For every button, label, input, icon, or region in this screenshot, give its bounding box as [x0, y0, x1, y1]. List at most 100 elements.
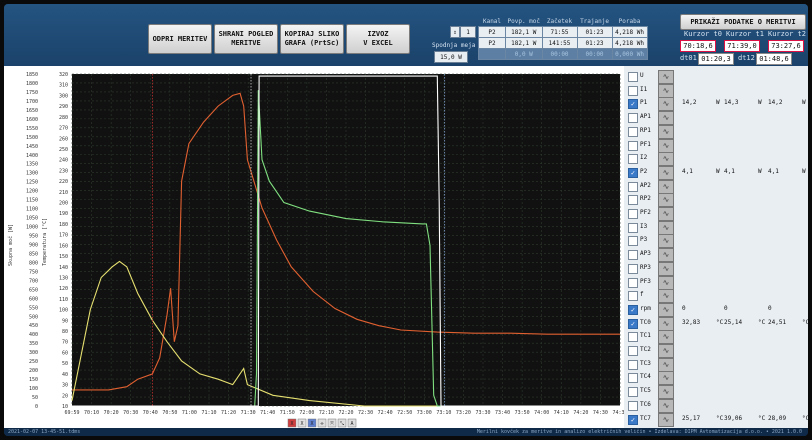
channel-row-f[interactable]: f ∿ — [624, 289, 808, 304]
channel-checkbox[interactable]: ✓ — [628, 318, 638, 329]
channel-color-icon[interactable]: ∿ — [658, 111, 674, 126]
channel-checkbox[interactable] — [628, 387, 638, 398]
channel-row-i2[interactable]: I2 ∿ — [624, 152, 808, 167]
channel-checkbox[interactable]: ✓ — [628, 414, 638, 425]
channel-checkbox[interactable] — [628, 126, 638, 137]
channel-checkbox[interactable] — [628, 400, 638, 411]
save-view-button[interactable]: SHRANI POGLED MERITVE — [214, 24, 278, 54]
channel-checkbox[interactable] — [628, 209, 638, 219]
channel-row-ap3[interactable]: AP3 ∿ — [624, 248, 808, 263]
channel-color-icon[interactable]: ∿ — [658, 70, 674, 84]
channel-row-rp3[interactable]: RP3 ∿ — [624, 261, 808, 276]
channel-color-icon[interactable]: ∿ — [658, 97, 674, 112]
channel-checkbox[interactable]: ✓ — [628, 304, 638, 315]
channel-row-tc3[interactable]: TC3 ∿ — [624, 357, 808, 372]
channel-color-icon[interactable]: ∿ — [658, 220, 674, 235]
channel-color-icon[interactable]: ∿ — [658, 165, 674, 180]
channel-checkbox[interactable] — [628, 140, 638, 151]
channel-row-p1[interactable]: ✓ P1 ∿ 14,2 W 14,3 W 14,2 W — [624, 97, 808, 112]
channel-color-icon[interactable]: ∿ — [658, 330, 674, 345]
cursor-t2-value[interactable]: 73:27,6 — [768, 40, 804, 52]
channel-row-rp2[interactable]: RP2 ∿ — [624, 193, 808, 208]
channel-row-pf1[interactable]: PF1 ∿ — [624, 138, 808, 153]
channel-checkbox[interactable] — [628, 181, 638, 192]
chart-svg[interactable]: 69:59 70:10 70:20 70:30 70:40 70:50 71:00 71:10… — [4, 66, 628, 428]
channel-checkbox[interactable] — [628, 373, 638, 384]
channel-row-u[interactable]: U ∿ — [624, 70, 808, 84]
channel-row-ap2[interactable]: AP2 ∿ — [624, 179, 808, 194]
open-measurement-button[interactable]: ODPRI MERITEV — [148, 24, 212, 54]
channel-checkbox[interactable] — [628, 250, 638, 261]
channel-row-p3[interactable]: P3 ∿ — [624, 234, 808, 249]
cursor-t1-value[interactable]: 71:39,0 — [724, 40, 760, 52]
channel-row-p2[interactable]: ✓ P2 ∿ 4,1 W 4,1 W 4,1 W — [624, 165, 808, 180]
channel-row-tc7[interactable]: ✓ TC7 ∿ 25,17 °C 39,06 °C 28,09 °C — [624, 412, 808, 427]
channel-color-icon[interactable]: ∿ — [658, 412, 674, 427]
channel-checkbox[interactable] — [628, 236, 638, 247]
channel-color-icon[interactable]: ∿ — [658, 398, 674, 413]
channel-row-rp1[interactable]: RP1 ∿ — [624, 124, 808, 139]
channel-row-rpm[interactable]: ✓ rpm ∿ 0 0 0 — [624, 302, 808, 317]
channel-color-icon[interactable]: ∿ — [658, 302, 674, 317]
measurement-row[interactable]: 0,0 W 00:00 00:00 0,000 Wh — [478, 48, 648, 60]
channel-color-icon[interactable]: ∿ — [658, 207, 674, 221]
channel-row-pf3[interactable]: PF3 ∿ — [624, 275, 808, 290]
channel-row-pf2[interactable]: PF2 ∿ — [624, 207, 808, 221]
measurement-cell: P2 — [478, 37, 506, 49]
channel-color-icon[interactable]: ∿ — [658, 83, 674, 98]
channel-color-icon[interactable]: ∿ — [658, 316, 674, 331]
channel-value: 4,1 — [768, 167, 779, 175]
channel-color-icon[interactable]: ∿ — [658, 357, 674, 372]
channel-row-tc1[interactable]: TC1 ∿ — [624, 330, 808, 345]
channel-row-tc6[interactable]: TC6 ∿ — [624, 398, 808, 413]
channel-checkbox[interactable] — [628, 291, 638, 302]
channel-row-ap1[interactable]: AP1 ∿ — [624, 111, 808, 126]
channel-color-icon[interactable]: ∿ — [658, 289, 674, 304]
channel-checkbox[interactable] — [628, 85, 638, 96]
spinner-arrows[interactable]: ⇕ — [450, 26, 460, 38]
channel-checkbox[interactable] — [628, 154, 638, 165]
channel-checkbox[interactable] — [628, 332, 638, 343]
channel-checkbox[interactable] — [628, 346, 638, 356]
channel-color-icon[interactable]: ∿ — [658, 124, 674, 139]
channel-color-icon[interactable]: ∿ — [658, 344, 674, 358]
channel-color-icon[interactable]: ∿ — [658, 371, 674, 386]
channel-color-icon[interactable]: ∿ — [658, 152, 674, 167]
channel-row-tc4[interactable]: TC4 ∿ — [624, 371, 808, 386]
channel-row-tc0[interactable]: ✓ TC0 ∿ 32,83 °C 25,14 °C 24,51 °C — [624, 316, 808, 331]
channel-color-icon[interactable]: ∿ — [658, 193, 674, 208]
channel-checkbox[interactable] — [628, 277, 638, 288]
plot-area[interactable]: 69:59 70:10 70:20 70:30 70:40 70:50 71:00 71:10… — [4, 66, 628, 428]
power-tick-label: 1400 — [26, 153, 38, 159]
channel-checkbox[interactable] — [628, 222, 638, 233]
channel-row-tc5[interactable]: TC5 ∿ — [624, 385, 808, 400]
channel-row-i1[interactable]: I1 ∿ — [624, 83, 808, 98]
channel-color-icon[interactable]: ∿ — [658, 248, 674, 263]
channel-checkbox[interactable] — [628, 263, 638, 274]
channel-color-icon[interactable]: ∿ — [658, 234, 674, 249]
channel-name: f — [640, 291, 644, 299]
channel-checkbox[interactable]: ✓ — [628, 167, 638, 178]
channel-color-icon[interactable]: ∿ — [658, 138, 674, 153]
channel-row-tc2[interactable]: TC2 ∿ — [624, 344, 808, 358]
channel-checkbox[interactable] — [628, 359, 638, 370]
channel-row-i3[interactable]: I3 ∿ — [624, 220, 808, 235]
export-excel-button[interactable]: IZVOZ V EXCEL — [346, 24, 410, 54]
measurement-cell: 00:00 — [541, 48, 578, 60]
channel-checkbox[interactable] — [628, 113, 638, 124]
copy-graph-button[interactable]: KOPIRAJ SLIKO GRAFA (PrtSc) — [280, 24, 344, 54]
temp-tick-label: 110 — [59, 297, 68, 303]
channel-checkbox[interactable]: ✓ — [628, 99, 638, 110]
channel-color-icon[interactable]: ∿ — [658, 179, 674, 194]
spinner-field[interactable]: 1 — [460, 26, 476, 38]
channel-color-icon[interactable]: ∿ — [658, 261, 674, 276]
channel-checkbox[interactable] — [628, 195, 638, 206]
channel-color-icon[interactable]: ∿ — [658, 385, 674, 400]
measurement-row[interactable]: P2 182,1 W 141:55 01:23 4,218 Wh — [478, 37, 648, 49]
show-report-button[interactable]: PRIKAŽI PODATKE O MERITVI — [680, 14, 806, 30]
cursor-t0-value[interactable]: 70:18,6 — [680, 40, 716, 52]
spodnja-meja-field[interactable]: 15,0 W — [434, 51, 468, 63]
measurement-row[interactable]: P2 182,1 W 71:55 01:23 4,218 Wh — [478, 26, 648, 38]
channel-color-icon[interactable]: ∿ — [658, 275, 674, 290]
channel-checkbox[interactable] — [628, 72, 638, 82]
